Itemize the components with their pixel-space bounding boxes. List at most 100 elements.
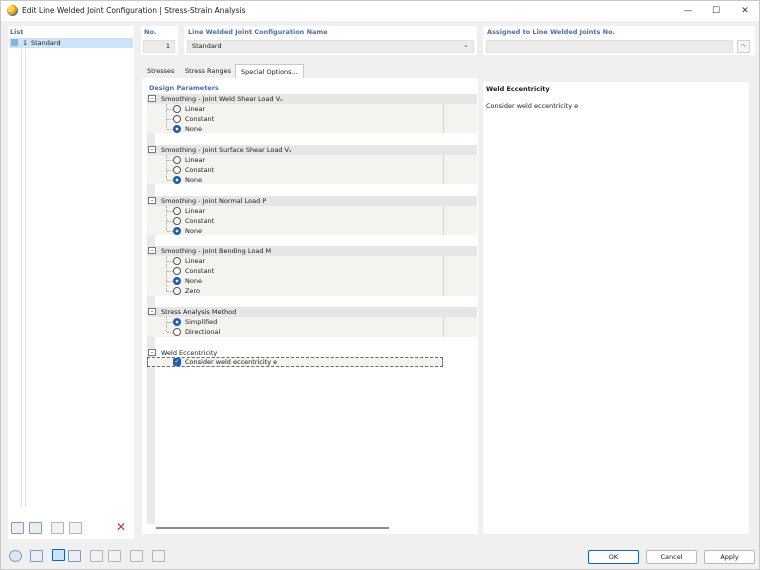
collapse-icon[interactable]: –	[148, 247, 156, 254]
no-field: 1	[143, 40, 175, 53]
collapse-icon[interactable]: –	[148, 308, 156, 315]
apply-button[interactable]: Apply	[704, 550, 755, 564]
group-title: Smoothing - Joint Normal Load P	[161, 197, 267, 205]
collapse-icon[interactable]: –	[148, 349, 156, 356]
column-separator	[443, 155, 444, 184]
option-label: Simplified	[185, 318, 218, 326]
radio-constant[interactable]	[173, 166, 181, 174]
radio-none[interactable]	[173, 125, 181, 133]
group-title: Smoothing - Joint Weld Shear Load Vᵥ	[161, 95, 283, 103]
option-label: Constant	[185, 115, 215, 123]
tab-stress-ranges[interactable]: Stress Ranges	[180, 64, 236, 78]
option-label: Linear	[185, 156, 206, 164]
design-section-title: Design Parameters	[149, 84, 219, 92]
option-label: Constant	[185, 166, 215, 174]
radio-none[interactable]	[173, 227, 181, 235]
option-label: None	[185, 176, 202, 184]
option-label: Zero	[185, 287, 200, 295]
name-label: Line Welded Joint Configuration Name	[188, 28, 328, 36]
settings-icon[interactable]	[152, 550, 165, 562]
info-panel: Weld Eccentricity Consider weld eccentri…	[483, 82, 749, 534]
table-icon[interactable]	[68, 550, 81, 562]
new-item-icon[interactable]	[11, 522, 24, 534]
print-icon[interactable]	[108, 550, 121, 562]
tree-line	[166, 104, 167, 128]
list-pane: List 1 Standard	[8, 26, 134, 539]
units-icon[interactable]	[30, 550, 43, 562]
radio-none[interactable]	[173, 277, 181, 285]
group-title: Stress Analysis Method	[161, 308, 237, 316]
list-item-no: 1	[23, 39, 28, 47]
checkbox-label: Consider weld eccentricity e	[185, 358, 278, 366]
dialog-window: Edit Line Welded Joint Configuration | S…	[0, 0, 760, 570]
title-bar: Edit Line Welded Joint Configuration | S…	[1, 1, 759, 21]
delete-icon[interactable]: ✕	[116, 520, 126, 534]
maximize-icon[interactable]: ☐	[709, 4, 723, 18]
tab-special-options[interactable]: Special Options...	[235, 64, 304, 78]
window-title: Edit Line Welded Joint Configuration | S…	[22, 6, 246, 15]
collapse-icon[interactable]: –	[148, 95, 156, 102]
info-title: Weld Eccentricity	[486, 85, 550, 93]
minimize-icon[interactable]: —	[681, 4, 695, 18]
name-panel: Line Welded Joint Configuration Name Sta…	[184, 26, 477, 55]
option-label: Constant	[185, 267, 215, 275]
radio-linear[interactable]	[173, 257, 181, 265]
assigned-panel: Assigned to Line Welded Joints No. ↷	[483, 26, 755, 55]
option-label: Constant	[185, 217, 215, 225]
tab-stresses[interactable]: Stresses	[142, 64, 179, 78]
no-panel: No. 1	[141, 26, 178, 55]
option-label: None	[185, 125, 202, 133]
horizontal-scrollbar[interactable]	[156, 527, 389, 529]
column-separator	[443, 317, 444, 337]
column-separator	[443, 104, 444, 133]
select-joints-icon[interactable]: ↷	[737, 40, 750, 53]
radio-none[interactable]	[173, 176, 181, 184]
chevron-down-icon[interactable]: ⌄	[463, 41, 469, 49]
radio-linear[interactable]	[173, 105, 181, 113]
color-swatch	[11, 39, 18, 46]
option-label: None	[185, 277, 202, 285]
radio-linear[interactable]	[173, 207, 181, 215]
group-title: Smoothing - Joint Surface Shear Load Vₛ	[161, 146, 292, 154]
assigned-field[interactable]	[486, 40, 733, 53]
list-item[interactable]: 1 Standard	[9, 38, 133, 48]
list-item-name: Standard	[31, 39, 61, 47]
search-icon[interactable]	[9, 550, 22, 562]
column-separator	[443, 206, 444, 235]
tree-line	[166, 317, 167, 332]
group-title: Smoothing - Joint Bending Load M	[161, 247, 272, 255]
option-label: Linear	[185, 207, 206, 215]
app-icon	[7, 5, 18, 16]
export-icon[interactable]	[130, 550, 143, 562]
uncheck-all-icon[interactable]	[69, 522, 82, 534]
option-label: Directional	[185, 328, 221, 336]
no-label: No.	[144, 28, 157, 36]
list-guide	[25, 49, 26, 507]
radio-constant[interactable]	[173, 115, 181, 123]
column-separator	[443, 256, 444, 296]
group-title: Weld Eccentricity	[161, 349, 218, 357]
radio-constant[interactable]	[173, 267, 181, 275]
tree-line	[166, 155, 167, 179]
check-all-icon[interactable]	[51, 522, 64, 534]
name-dropdown[interactable]: Standard	[187, 40, 474, 53]
close-icon[interactable]: ✕	[738, 4, 752, 18]
radio-zero[interactable]	[173, 287, 181, 295]
display-icon[interactable]	[52, 549, 65, 561]
radio-constant[interactable]	[173, 217, 181, 225]
option-label: Linear	[185, 257, 206, 265]
ok-button[interactable]: OK	[588, 550, 639, 564]
assigned-label: Assigned to Line Welded Joints No.	[487, 28, 616, 36]
collapse-icon[interactable]: –	[148, 197, 156, 204]
radio-linear[interactable]	[173, 156, 181, 164]
radio-simplified[interactable]	[173, 318, 181, 326]
checkbox-weld-eccentricity[interactable]: ✓	[173, 358, 181, 366]
radio-directional[interactable]	[173, 328, 181, 336]
cancel-button[interactable]: Cancel	[646, 550, 697, 564]
option-label: Linear	[185, 105, 206, 113]
tree-line	[166, 206, 167, 230]
copy-item-icon[interactable]	[29, 522, 42, 534]
collapse-icon[interactable]: –	[148, 146, 156, 153]
view-icon[interactable]	[90, 550, 103, 562]
info-text: Consider weld eccentricity e	[486, 102, 579, 110]
